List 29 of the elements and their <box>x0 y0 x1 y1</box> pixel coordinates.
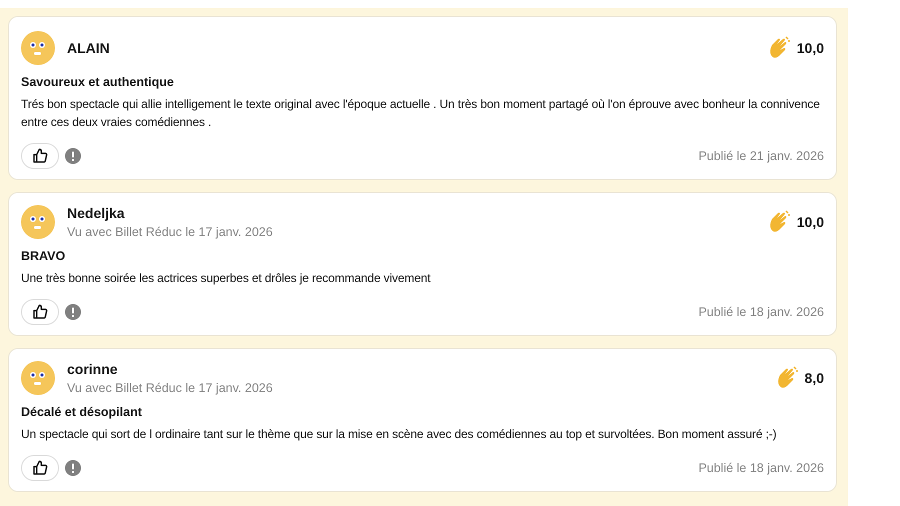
like-button[interactable] <box>21 455 59 481</box>
report-icon[interactable] <box>65 148 81 164</box>
thumbs-up-icon <box>32 460 48 476</box>
review-text: Trés bon spectacle qui allie intelligement le texte original avec l'époque actuelle . Un très bon moment partagé où l'on éprouve avec bonheur la connivence entre ces deux vraies comédiennes . <box>21 96 821 131</box>
review-text: Un spectacle qui sort de l ordinaire tant sur le thème que sur la mise en scène avec des comédiennes au top et survoltées. Bon moment assuré ;-) <box>21 426 778 443</box>
review-score: 10,0 <box>796 40 824 56</box>
like-button[interactable] <box>21 143 59 169</box>
report-icon[interactable] <box>65 304 81 320</box>
avatar-icon <box>21 205 55 239</box>
publish-date: Publié le 18 janv. 2026 <box>698 461 824 475</box>
visit-date: Vu avec Billet Réduc le 17 janv. 2026 <box>67 225 274 239</box>
review-score: 8,0 <box>804 370 824 386</box>
like-button[interactable] <box>21 299 59 325</box>
thumbs-up-icon <box>32 148 48 164</box>
publish-date: Publié le 18 janv. 2026 <box>698 305 824 319</box>
reviewer-name: ALAIN <box>67 40 111 56</box>
review-title: Savoureux et authentique <box>21 75 175 89</box>
avatar-icon <box>21 361 55 395</box>
visit-date: Vu avec Billet Réduc le 17 janv. 2026 <box>67 381 274 395</box>
review-title: Décalé et désopilant <box>21 405 143 419</box>
reviewer-name: corinne <box>67 361 119 377</box>
report-icon[interactable] <box>65 460 81 476</box>
publish-date: Publié le 21 janv. 2026 <box>698 149 824 163</box>
thumbs-up-icon <box>32 304 48 320</box>
reviewer-name: Nedeljka <box>67 205 126 221</box>
review-title: BRAVO <box>21 249 66 263</box>
avatar-icon <box>21 31 55 65</box>
review-score: 10,0 <box>796 214 824 230</box>
review-text: Une très bonne soirée les actrices superbes et drôles je recommande vivement <box>21 270 432 287</box>
